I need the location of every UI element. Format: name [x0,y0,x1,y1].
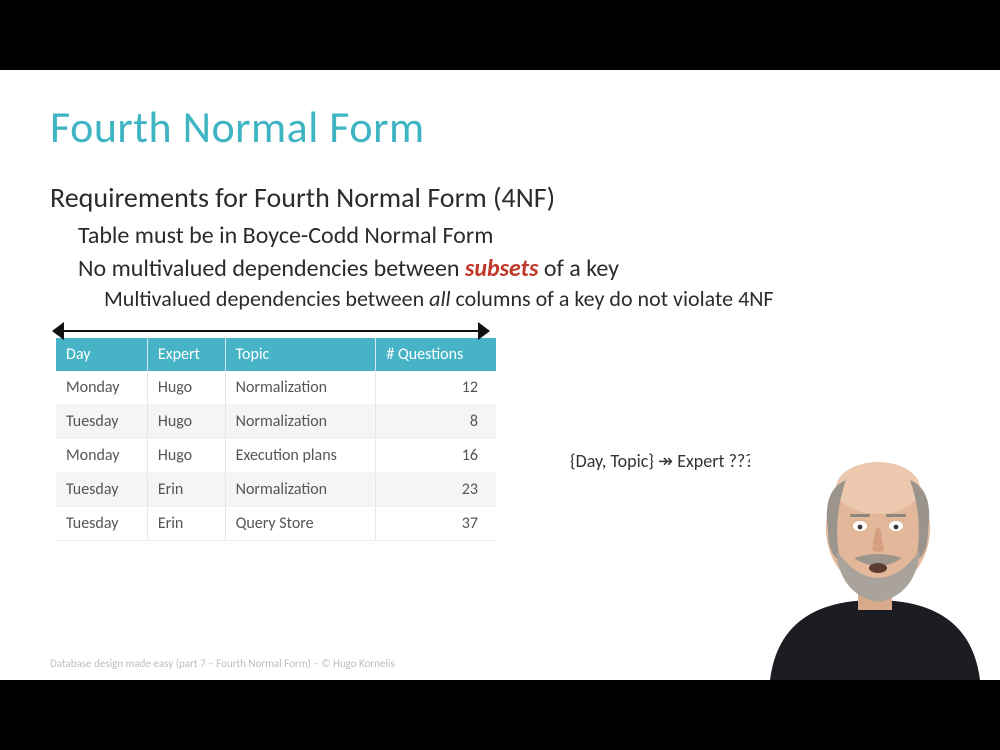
requirement-1: Table must be in Boyce-Codd Normal Form [78,221,950,250]
double-arrow [56,322,486,340]
req2-emphasis: subsets [465,254,539,283]
req3-emphasis: all [429,285,450,312]
dependency-annotation: {Day, Topic} ↠ Expert ????? [570,450,770,472]
slide-title: Fourth Normal Form [50,100,950,154]
table-row: Monday Hugo Execution plans 16 [56,439,496,473]
example-table: Day Expert Topic # Questions Monday Hugo… [56,338,496,541]
col-questions: # Questions [376,338,496,371]
table-row: Monday Hugo Normalization 12 [56,371,496,405]
table-row: Tuesday Hugo Normalization 8 [56,405,496,439]
slide-footer: Database design made easy (part 7 – Four… [50,657,395,670]
requirements-heading: Requirements for Fourth Normal Form (4NF… [50,180,950,215]
requirement-2: No multivalued dependencies between subs… [78,254,950,283]
req3-post: columns of a key do not violate 4NF [451,285,774,312]
col-day: Day [56,338,147,371]
requirement-3: Multivalued dependencies between all col… [104,285,950,312]
table-row: Tuesday Erin Query Store 37 [56,507,496,541]
req2-pre: No multivalued dependencies between [78,254,465,283]
col-topic: Topic [225,338,376,371]
req3-pre: Multivalued dependencies between [104,285,429,312]
table-row: Tuesday Erin Normalization 23 [56,473,496,507]
col-expert: Expert [147,338,225,371]
presenter-webcam [750,410,1000,680]
req2-post: of a key [538,254,619,283]
